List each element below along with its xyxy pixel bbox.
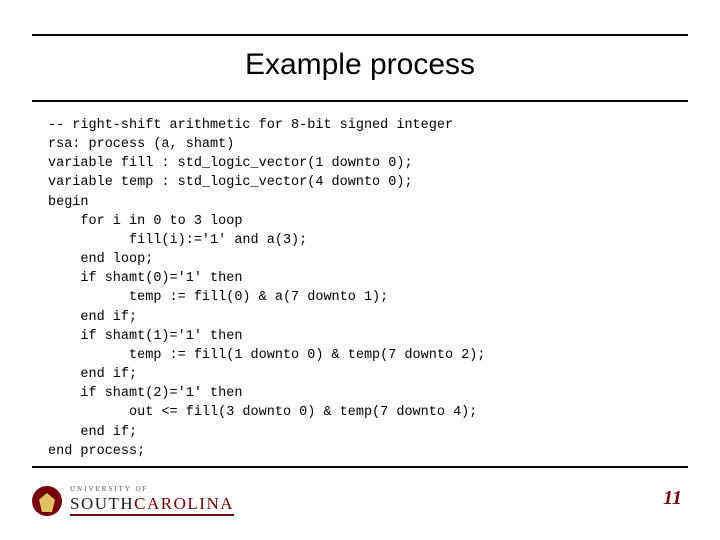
university-logo: UNIVERSITY OF SOUTHCAROLINA <box>32 486 234 516</box>
page-number: 11 <box>663 487 682 510</box>
footer-rule <box>32 466 688 468</box>
logo-carolina: CAROLINA <box>134 494 234 513</box>
slide: Example process -- right-shift arithmeti… <box>0 0 720 540</box>
logo-south: SOUTH <box>70 494 134 513</box>
slide-title: Example process <box>0 48 720 82</box>
top-rule <box>32 34 688 36</box>
logo-underline <box>70 514 234 516</box>
logo-text: UNIVERSITY OF SOUTHCAROLINA <box>70 486 234 516</box>
logo-name: SOUTHCAROLINA <box>70 495 234 512</box>
logo-seal-icon <box>32 486 62 516</box>
logo-university-of: UNIVERSITY OF <box>70 486 234 493</box>
title-underline <box>32 100 688 102</box>
code-block: -- right-shift arithmetic for 8-bit sign… <box>48 116 680 461</box>
